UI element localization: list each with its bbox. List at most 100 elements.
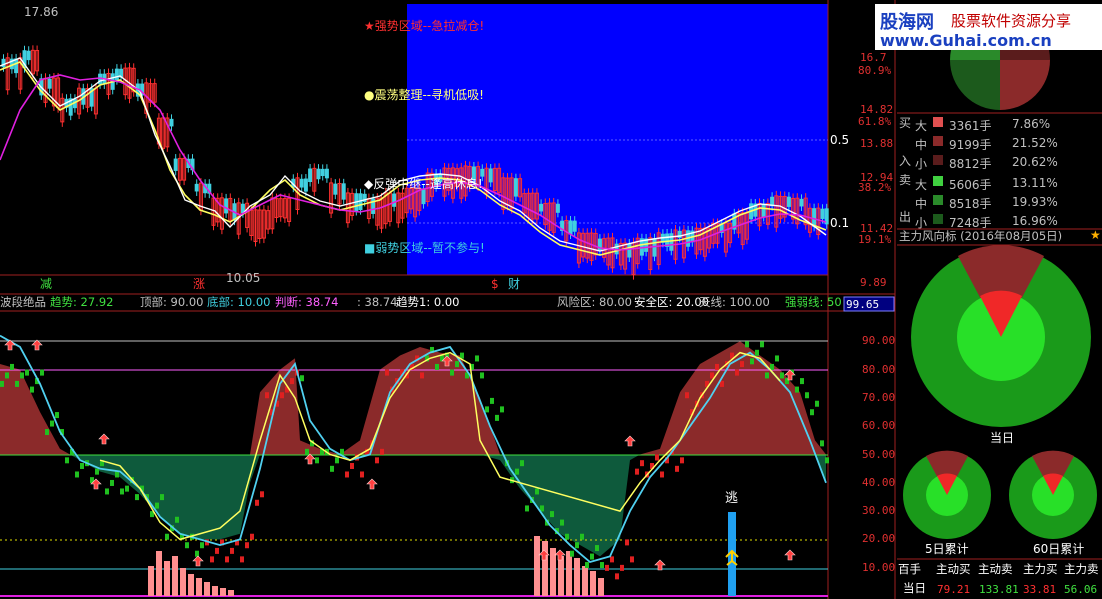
indicator-axis-label: 40.00: [862, 475, 896, 489]
main-force-gauge-60day: [1009, 450, 1097, 539]
trend-step-bar: [755, 349, 759, 356]
level-label-0.1: 0.1: [830, 216, 850, 230]
trend-step-bar: [55, 412, 59, 419]
gauge-label-today: 当日: [990, 431, 1015, 445]
zone-note: ●震荡整理--寻机低吸!: [364, 88, 484, 102]
candle-body: [812, 208, 817, 227]
buy-arrow-icon: [784, 549, 796, 561]
trend-step-bar: [685, 392, 689, 399]
trend-step-bar: [625, 539, 629, 546]
site-watermark: 股海网 股票软件资源分享 www.Guhai.com.cn: [875, 4, 1102, 50]
buy-arrow-icon: [624, 435, 636, 447]
trend-step-bar: [820, 440, 824, 447]
main-force-gauge-today: [911, 245, 1091, 427]
watermark-slogan: 股票软件资源分享: [951, 12, 1072, 30]
trend-step-bar: [805, 392, 809, 399]
stock-chart-window: 17.86 10.05 ★强势区域--急拉减仓! ●震荡整理--寻机低吸! ◆反弹中…: [0, 0, 1102, 599]
trend-step-bar: [95, 468, 99, 475]
candle-body: [299, 178, 304, 188]
percent-axis-label: 80.9%: [858, 64, 892, 77]
flow-qty: 5606手: [949, 178, 992, 192]
flow-pct: 13.11%: [1012, 176, 1058, 190]
indicator-name: 波段绝品: [0, 295, 46, 309]
trend-step-bar: [375, 457, 379, 464]
trend-step-bar: [630, 556, 634, 563]
candle-body: [333, 183, 338, 195]
candle-body: [568, 220, 573, 235]
candle-body: [572, 220, 577, 232]
buy-arrow-icon: [192, 555, 204, 567]
indicator-axis-label: 30.00: [862, 504, 896, 518]
indicator-axis-label: 60.00: [862, 419, 896, 433]
price-axis-label: 13.88: [860, 137, 894, 150]
trend-step-bar: [125, 485, 129, 492]
indicator-header-item: 顶部: 90.00: [140, 295, 204, 309]
percent-axis-label: 19.1%: [858, 233, 892, 246]
in-side-label: 入: [899, 154, 912, 168]
trend-step-bar: [635, 468, 639, 475]
level-label-0.5: 0.5: [830, 133, 850, 147]
watermark-url: www.Guhai.com.cn: [880, 31, 1052, 50]
flow-qty: 8812手: [949, 157, 992, 171]
sell-side-label: 卖: [899, 173, 912, 187]
trend-step-bar: [80, 462, 84, 469]
trend-step-bar: [360, 471, 364, 478]
trend-step-bar: [750, 358, 754, 365]
indicator-axis-label: 90.00: [862, 334, 896, 348]
trend-step-bar: [45, 429, 49, 436]
trend-step-bar: [560, 519, 564, 526]
bottom-signal-bars: [148, 536, 604, 596]
trend-step-bar: [780, 372, 784, 379]
indicator-chart[interactable]: [0, 334, 829, 597]
flow-row: 中 8518手 19.93%: [897, 192, 1102, 211]
candle-body: [539, 203, 544, 212]
candle-body: [224, 198, 229, 214]
bottom-signal-bar: [558, 556, 564, 596]
flow-qty: 9199手: [949, 138, 992, 152]
trend-step-bar: [485, 406, 489, 413]
trend-step-bar: [245, 542, 249, 549]
trend-step-bar: [515, 468, 519, 475]
trend-step-bar: [500, 406, 504, 413]
trend-step-bar: [740, 361, 744, 368]
trend-step-bar: [335, 457, 339, 464]
trend-step-bar: [75, 471, 79, 478]
summary-value: 56.06: [1064, 583, 1098, 596]
trend-step-bar: [450, 369, 454, 376]
summary-value: 133.81: [979, 583, 1019, 596]
flow-color-swatch: [933, 195, 943, 205]
trend-step-bar: [65, 457, 69, 464]
candle-body: [761, 203, 766, 218]
high-price-label: 17.86: [24, 5, 59, 19]
flow-row: 小 8812手 20.62%: [897, 152, 1102, 171]
indicator-header: 波段绝品 趋势: 27.92 顶部: 90.00 底部: 10.00 判断: 38.7…: [0, 296, 895, 310]
price-axis-label: 14.82: [860, 103, 894, 116]
trend-step-bar: [495, 414, 499, 421]
trend-step-bar: [420, 372, 424, 379]
candle-body: [341, 183, 346, 200]
candle-body: [173, 158, 178, 171]
flow-color-swatch: [933, 176, 943, 186]
bottom-signal-bar: [204, 582, 210, 596]
gauge-panel-pin-icon[interactable]: ★: [1090, 229, 1101, 241]
bottom-signal-bar: [228, 590, 234, 596]
trend-step-bar: [50, 420, 54, 427]
trend-step-bar: [175, 516, 179, 523]
main-force-gauge-5day: [903, 450, 991, 539]
indicator-header-item: 风险区: 80.00: [557, 295, 632, 309]
trend-step-bar: [115, 471, 119, 478]
trend-step-bar: [265, 392, 269, 399]
bottom-signal-bar: [220, 588, 226, 596]
trend-step-bar: [385, 369, 389, 376]
trend-step-bar: [795, 386, 799, 393]
trend-step-bar: [155, 502, 159, 509]
indicator-axis-label: 80.00: [862, 362, 896, 376]
trend-step-bar: [460, 352, 464, 359]
flow-color-swatch: [933, 214, 943, 224]
summary-header: 主力买: [1023, 562, 1058, 576]
trend-step-bar: [330, 465, 334, 472]
trend-step-bar: [5, 372, 9, 379]
trend-step-bar: [280, 392, 284, 399]
date-strip-marker: 财: [508, 277, 521, 291]
trend-step-bar: [760, 341, 764, 348]
